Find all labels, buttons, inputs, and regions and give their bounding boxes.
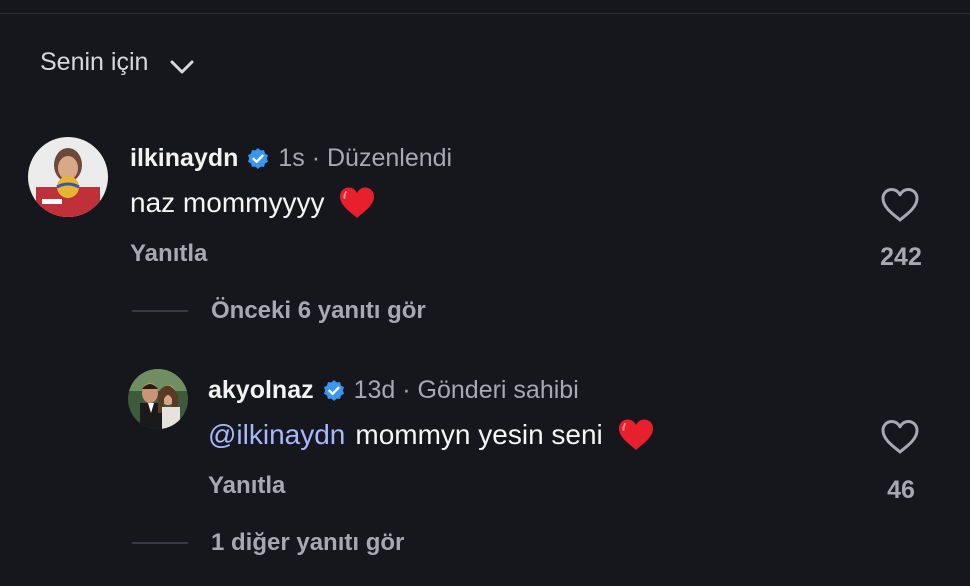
like-count: 242 — [880, 243, 922, 271]
heart-outline-icon[interactable] — [880, 187, 920, 223]
view-replies-label: 1 diğer yanıtı gör — [211, 529, 405, 556]
verified-badge-icon — [246, 147, 270, 171]
view-replies-label: Önceki 6 yanıtı gör — [211, 297, 426, 324]
avatar[interactable] — [28, 137, 108, 217]
reply-button[interactable]: Yanıtla — [130, 240, 207, 268]
reply-button[interactable]: Yanıtla — [208, 472, 285, 500]
red-heart-icon — [338, 186, 376, 220]
like-count: 46 — [887, 476, 915, 504]
comment-meta: 1s · Düzenlendi — [278, 144, 453, 172]
verified-badge-icon — [322, 379, 346, 403]
reply-author: akyolnaz 13d · Gönderi sahibi — [208, 376, 579, 405]
mention-link[interactable]: @ilkinaydn — [208, 419, 345, 451]
thread-line — [132, 310, 188, 312]
chevron-down-icon — [168, 54, 196, 73]
thread-line — [132, 542, 188, 544]
view-previous-replies-button[interactable]: Önceki 6 yanıtı gör — [132, 297, 426, 325]
username-link[interactable]: ilkinaydn — [130, 144, 238, 173]
comment-text: naz mommyyyy — [130, 186, 376, 220]
username-link[interactable]: akyolnaz — [208, 376, 314, 405]
view-more-replies-button[interactable]: 1 diğer yanıtı gör — [132, 529, 404, 557]
sort-label: Senin için — [40, 48, 149, 76]
avatar[interactable] — [128, 369, 188, 429]
reply-meta: 13d · Gönderi sahibi — [353, 376, 579, 404]
comments-panel: Senin için ilkinaydn 1s · Düzenlendi naz… — [0, 0, 970, 586]
red-heart-icon — [617, 418, 655, 452]
comment-body: naz mommyyyy — [130, 187, 325, 218]
heart-outline-icon[interactable] — [880, 419, 920, 455]
comment-author: ilkinaydn 1s · Düzenlendi — [130, 144, 452, 173]
reply-body: mommyn yesin seni — [355, 419, 603, 450]
reply-text: @ilkinaydn mommyn yesin seni — [208, 418, 655, 452]
sort-dropdown[interactable]: Senin için — [40, 48, 196, 77]
top-divider — [0, 13, 970, 14]
